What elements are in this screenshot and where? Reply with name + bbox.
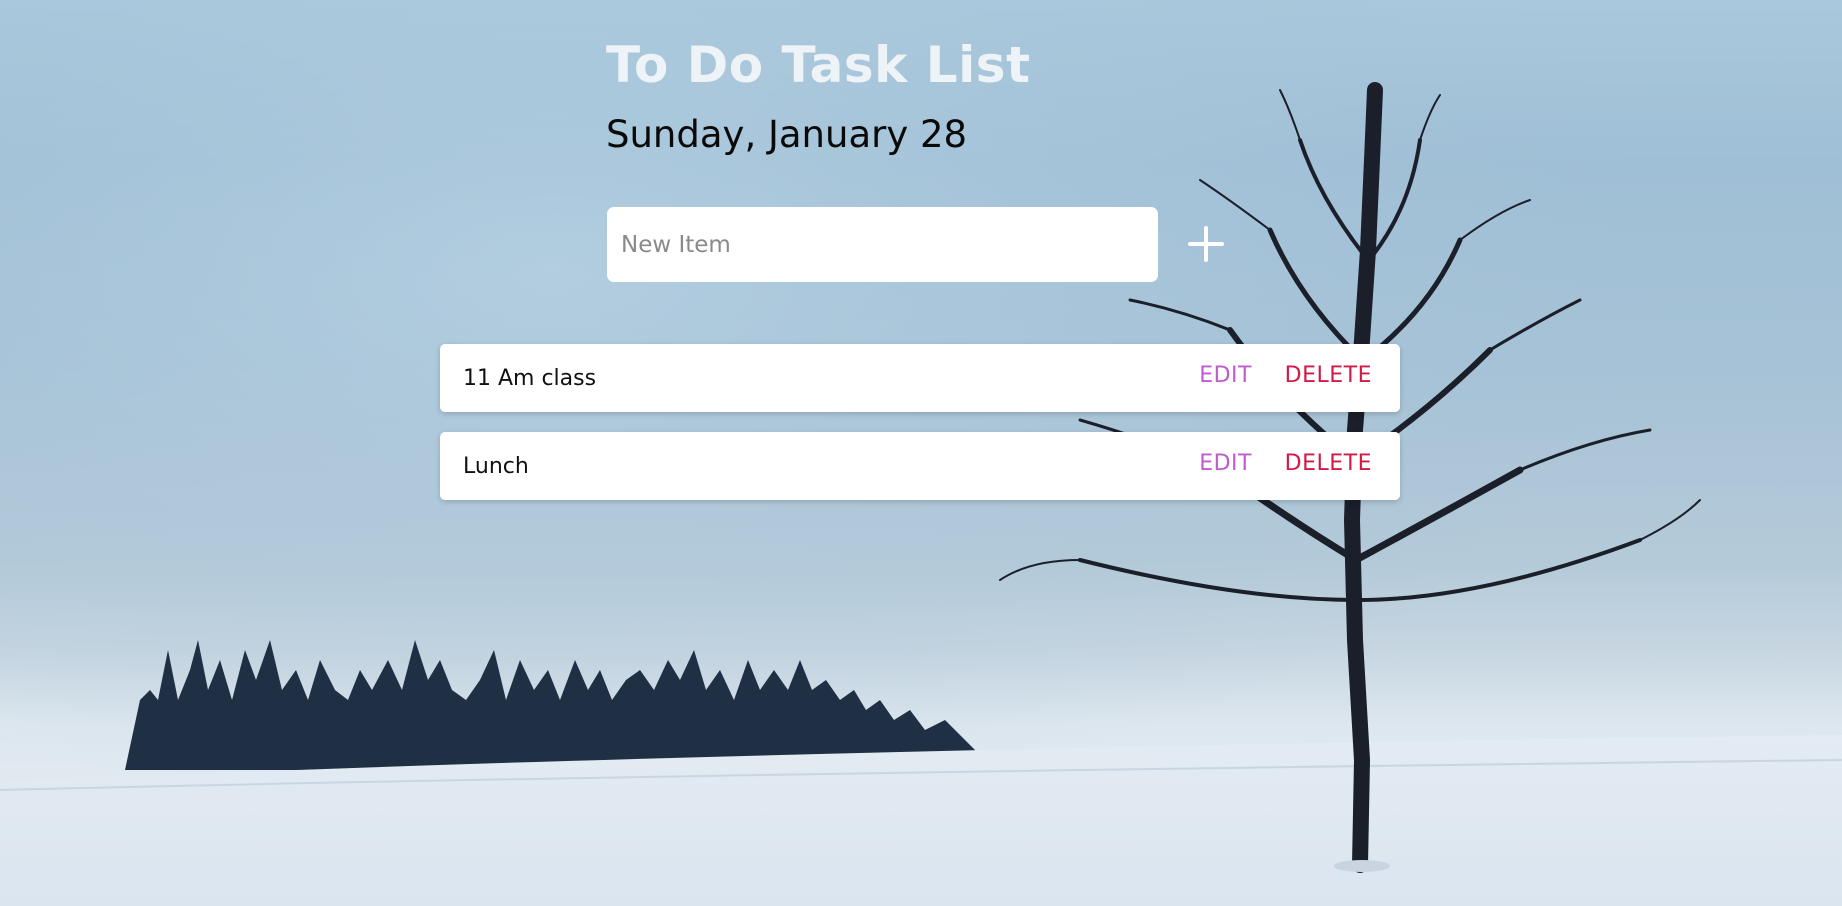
task-list: 11 Am class EDIT DELETE Lunch EDIT DELET… xyxy=(440,344,1400,520)
plus-icon xyxy=(1188,226,1224,262)
edit-button[interactable]: EDIT xyxy=(1199,363,1252,388)
app-root: To Do Task List Sunday, January 28 11 Am… xyxy=(0,0,1842,906)
edit-button[interactable]: EDIT xyxy=(1199,451,1252,476)
task-item: 11 Am class EDIT DELETE xyxy=(440,344,1400,412)
delete-button[interactable]: DELETE xyxy=(1285,363,1372,388)
page-title: To Do Task List xyxy=(606,36,1031,94)
delete-button[interactable]: DELETE xyxy=(1285,451,1372,476)
current-date: Sunday, January 28 xyxy=(606,113,968,156)
task-item: Lunch EDIT DELETE xyxy=(440,432,1400,500)
add-item-button[interactable] xyxy=(1180,216,1232,272)
task-text: Lunch xyxy=(463,454,529,479)
new-item-input[interactable] xyxy=(607,207,1158,282)
task-text: 11 Am class xyxy=(463,366,597,391)
